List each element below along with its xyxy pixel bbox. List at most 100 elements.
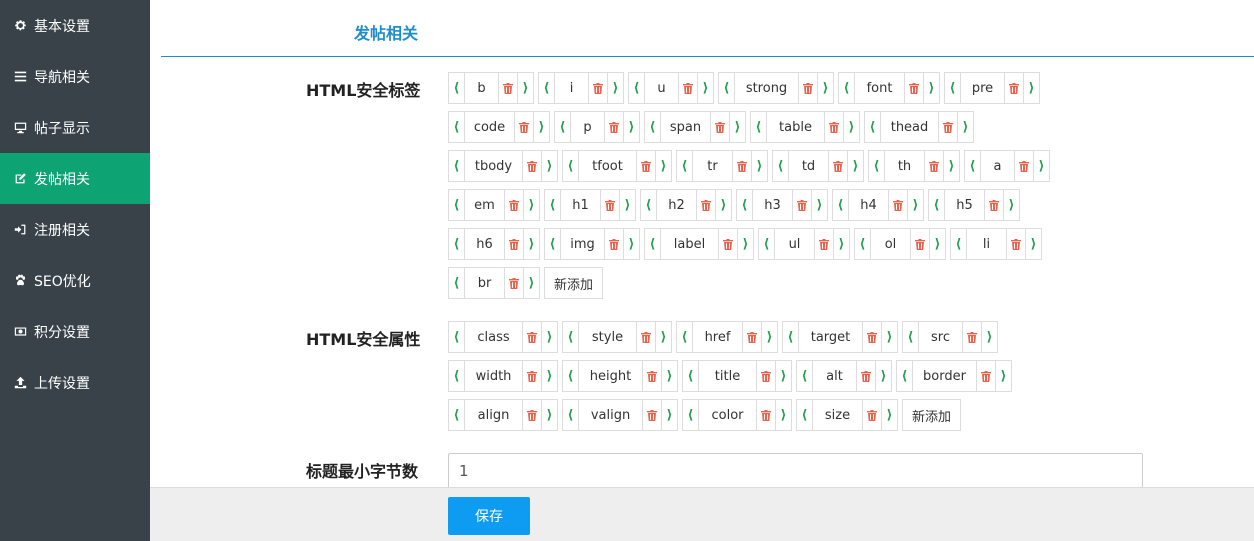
- move-right-icon[interactable]: ⟩: [844, 112, 859, 142]
- trash-icon[interactable]: [824, 112, 844, 142]
- move-left-icon[interactable]: ⟨: [449, 322, 464, 352]
- trash-icon[interactable]: [522, 400, 542, 430]
- trash-icon[interactable]: [636, 322, 656, 352]
- move-left-icon[interactable]: ⟨: [449, 268, 464, 298]
- move-right-icon[interactable]: ⟩: [620, 190, 635, 220]
- tag-value[interactable]: size: [812, 400, 862, 430]
- sidebar-item-post-display[interactable]: 帖子显示: [0, 102, 150, 153]
- tag-value[interactable]: b: [464, 73, 498, 103]
- trash-icon[interactable]: [1004, 73, 1024, 103]
- tag-value[interactable]: color: [698, 400, 756, 430]
- tag-value[interactable]: style: [578, 322, 636, 352]
- move-right-icon[interactable]: ⟩: [752, 151, 767, 181]
- tag-value[interactable]: pre: [960, 73, 1004, 103]
- tag-value[interactable]: ul: [774, 229, 814, 259]
- move-left-icon[interactable]: ⟨: [869, 151, 884, 181]
- tag-value[interactable]: ol: [870, 229, 910, 259]
- move-right-icon[interactable]: ⟩: [542, 151, 557, 181]
- move-left-icon[interactable]: ⟨: [641, 190, 656, 220]
- trash-icon[interactable]: [678, 73, 698, 103]
- move-right-icon[interactable]: ⟩: [662, 400, 677, 430]
- tag-value[interactable]: valign: [578, 400, 642, 430]
- add-new-button[interactable]: 新添加: [544, 267, 604, 299]
- tag-value[interactable]: h6: [464, 229, 504, 259]
- move-right-icon[interactable]: ⟩: [608, 73, 623, 103]
- trash-icon[interactable]: [588, 73, 608, 103]
- trash-icon[interactable]: [910, 229, 930, 259]
- tag-value[interactable]: h2: [656, 190, 696, 220]
- trash-icon[interactable]: [904, 73, 924, 103]
- move-right-icon[interactable]: ⟩: [730, 112, 745, 142]
- tag-value[interactable]: br: [464, 268, 504, 298]
- trash-icon[interactable]: [962, 322, 982, 352]
- tag-value[interactable]: title: [698, 361, 756, 391]
- save-button[interactable]: 保存: [448, 497, 530, 535]
- move-right-icon[interactable]: ⟩: [656, 151, 671, 181]
- trash-icon[interactable]: [756, 361, 776, 391]
- move-right-icon[interactable]: ⟩: [930, 229, 945, 259]
- move-right-icon[interactable]: ⟩: [1004, 190, 1019, 220]
- move-right-icon[interactable]: ⟩: [542, 361, 557, 391]
- move-right-icon[interactable]: ⟩: [996, 361, 1011, 391]
- move-left-icon[interactable]: ⟨: [783, 322, 798, 352]
- move-left-icon[interactable]: ⟨: [449, 190, 464, 220]
- trash-icon[interactable]: [642, 400, 662, 430]
- tag-value[interactable]: i: [554, 73, 588, 103]
- move-right-icon[interactable]: ⟩: [524, 229, 539, 259]
- move-left-icon[interactable]: ⟨: [555, 112, 570, 142]
- sidebar-item-registration[interactable]: 注册相关: [0, 204, 150, 255]
- move-right-icon[interactable]: ⟩: [834, 229, 849, 259]
- tag-value[interactable]: table: [766, 112, 824, 142]
- move-right-icon[interactable]: ⟩: [958, 112, 973, 142]
- trash-icon[interactable]: [756, 400, 776, 430]
- trash-icon[interactable]: [1014, 151, 1034, 181]
- tag-value[interactable]: tfoot: [578, 151, 636, 181]
- move-left-icon[interactable]: ⟨: [449, 73, 464, 103]
- trash-icon[interactable]: [798, 73, 818, 103]
- move-right-icon[interactable]: ⟩: [1024, 73, 1039, 103]
- move-right-icon[interactable]: ⟩: [524, 268, 539, 298]
- move-left-icon[interactable]: ⟨: [839, 73, 854, 103]
- move-right-icon[interactable]: ⟩: [738, 229, 753, 259]
- trash-icon[interactable]: [604, 112, 624, 142]
- tag-value[interactable]: class: [464, 322, 522, 352]
- tag-value[interactable]: h1: [560, 190, 600, 220]
- trash-icon[interactable]: [862, 322, 882, 352]
- move-right-icon[interactable]: ⟩: [944, 151, 959, 181]
- move-left-icon[interactable]: ⟨: [865, 112, 880, 142]
- trash-icon[interactable]: [504, 190, 524, 220]
- move-right-icon[interactable]: ⟩: [698, 73, 713, 103]
- trash-icon[interactable]: [938, 112, 958, 142]
- move-right-icon[interactable]: ⟩: [524, 190, 539, 220]
- trash-icon[interactable]: [732, 151, 752, 181]
- move-right-icon[interactable]: ⟩: [818, 73, 833, 103]
- tag-value[interactable]: font: [854, 73, 904, 103]
- tag-value[interactable]: label: [660, 229, 718, 259]
- move-left-icon[interactable]: ⟨: [929, 190, 944, 220]
- tag-value[interactable]: code: [464, 112, 514, 142]
- tag-value[interactable]: tr: [692, 151, 732, 181]
- move-left-icon[interactable]: ⟨: [773, 151, 788, 181]
- move-right-icon[interactable]: ⟩: [1026, 229, 1041, 259]
- trash-icon[interactable]: [888, 190, 908, 220]
- move-left-icon[interactable]: ⟨: [751, 112, 766, 142]
- trash-icon[interactable]: [814, 229, 834, 259]
- tag-value[interactable]: alt: [812, 361, 856, 391]
- trash-icon[interactable]: [522, 151, 542, 181]
- tag-value[interactable]: src: [918, 322, 962, 352]
- trash-icon[interactable]: [522, 361, 542, 391]
- trash-icon[interactable]: [696, 190, 716, 220]
- sidebar-item-upload[interactable]: 上传设置: [0, 357, 150, 408]
- tag-value[interactable]: target: [798, 322, 862, 352]
- trash-icon[interactable]: [718, 229, 738, 259]
- move-left-icon[interactable]: ⟨: [545, 229, 560, 259]
- sidebar-item-basic-settings[interactable]: 基本设置: [0, 0, 150, 51]
- trash-icon[interactable]: [862, 400, 882, 430]
- tag-value[interactable]: h3: [752, 190, 792, 220]
- move-right-icon[interactable]: ⟩: [882, 400, 897, 430]
- move-right-icon[interactable]: ⟩: [662, 361, 677, 391]
- move-left-icon[interactable]: ⟨: [833, 190, 848, 220]
- move-left-icon[interactable]: ⟨: [449, 229, 464, 259]
- sidebar-item-points[interactable]: 积分设置: [0, 306, 150, 357]
- tag-value[interactable]: img: [560, 229, 604, 259]
